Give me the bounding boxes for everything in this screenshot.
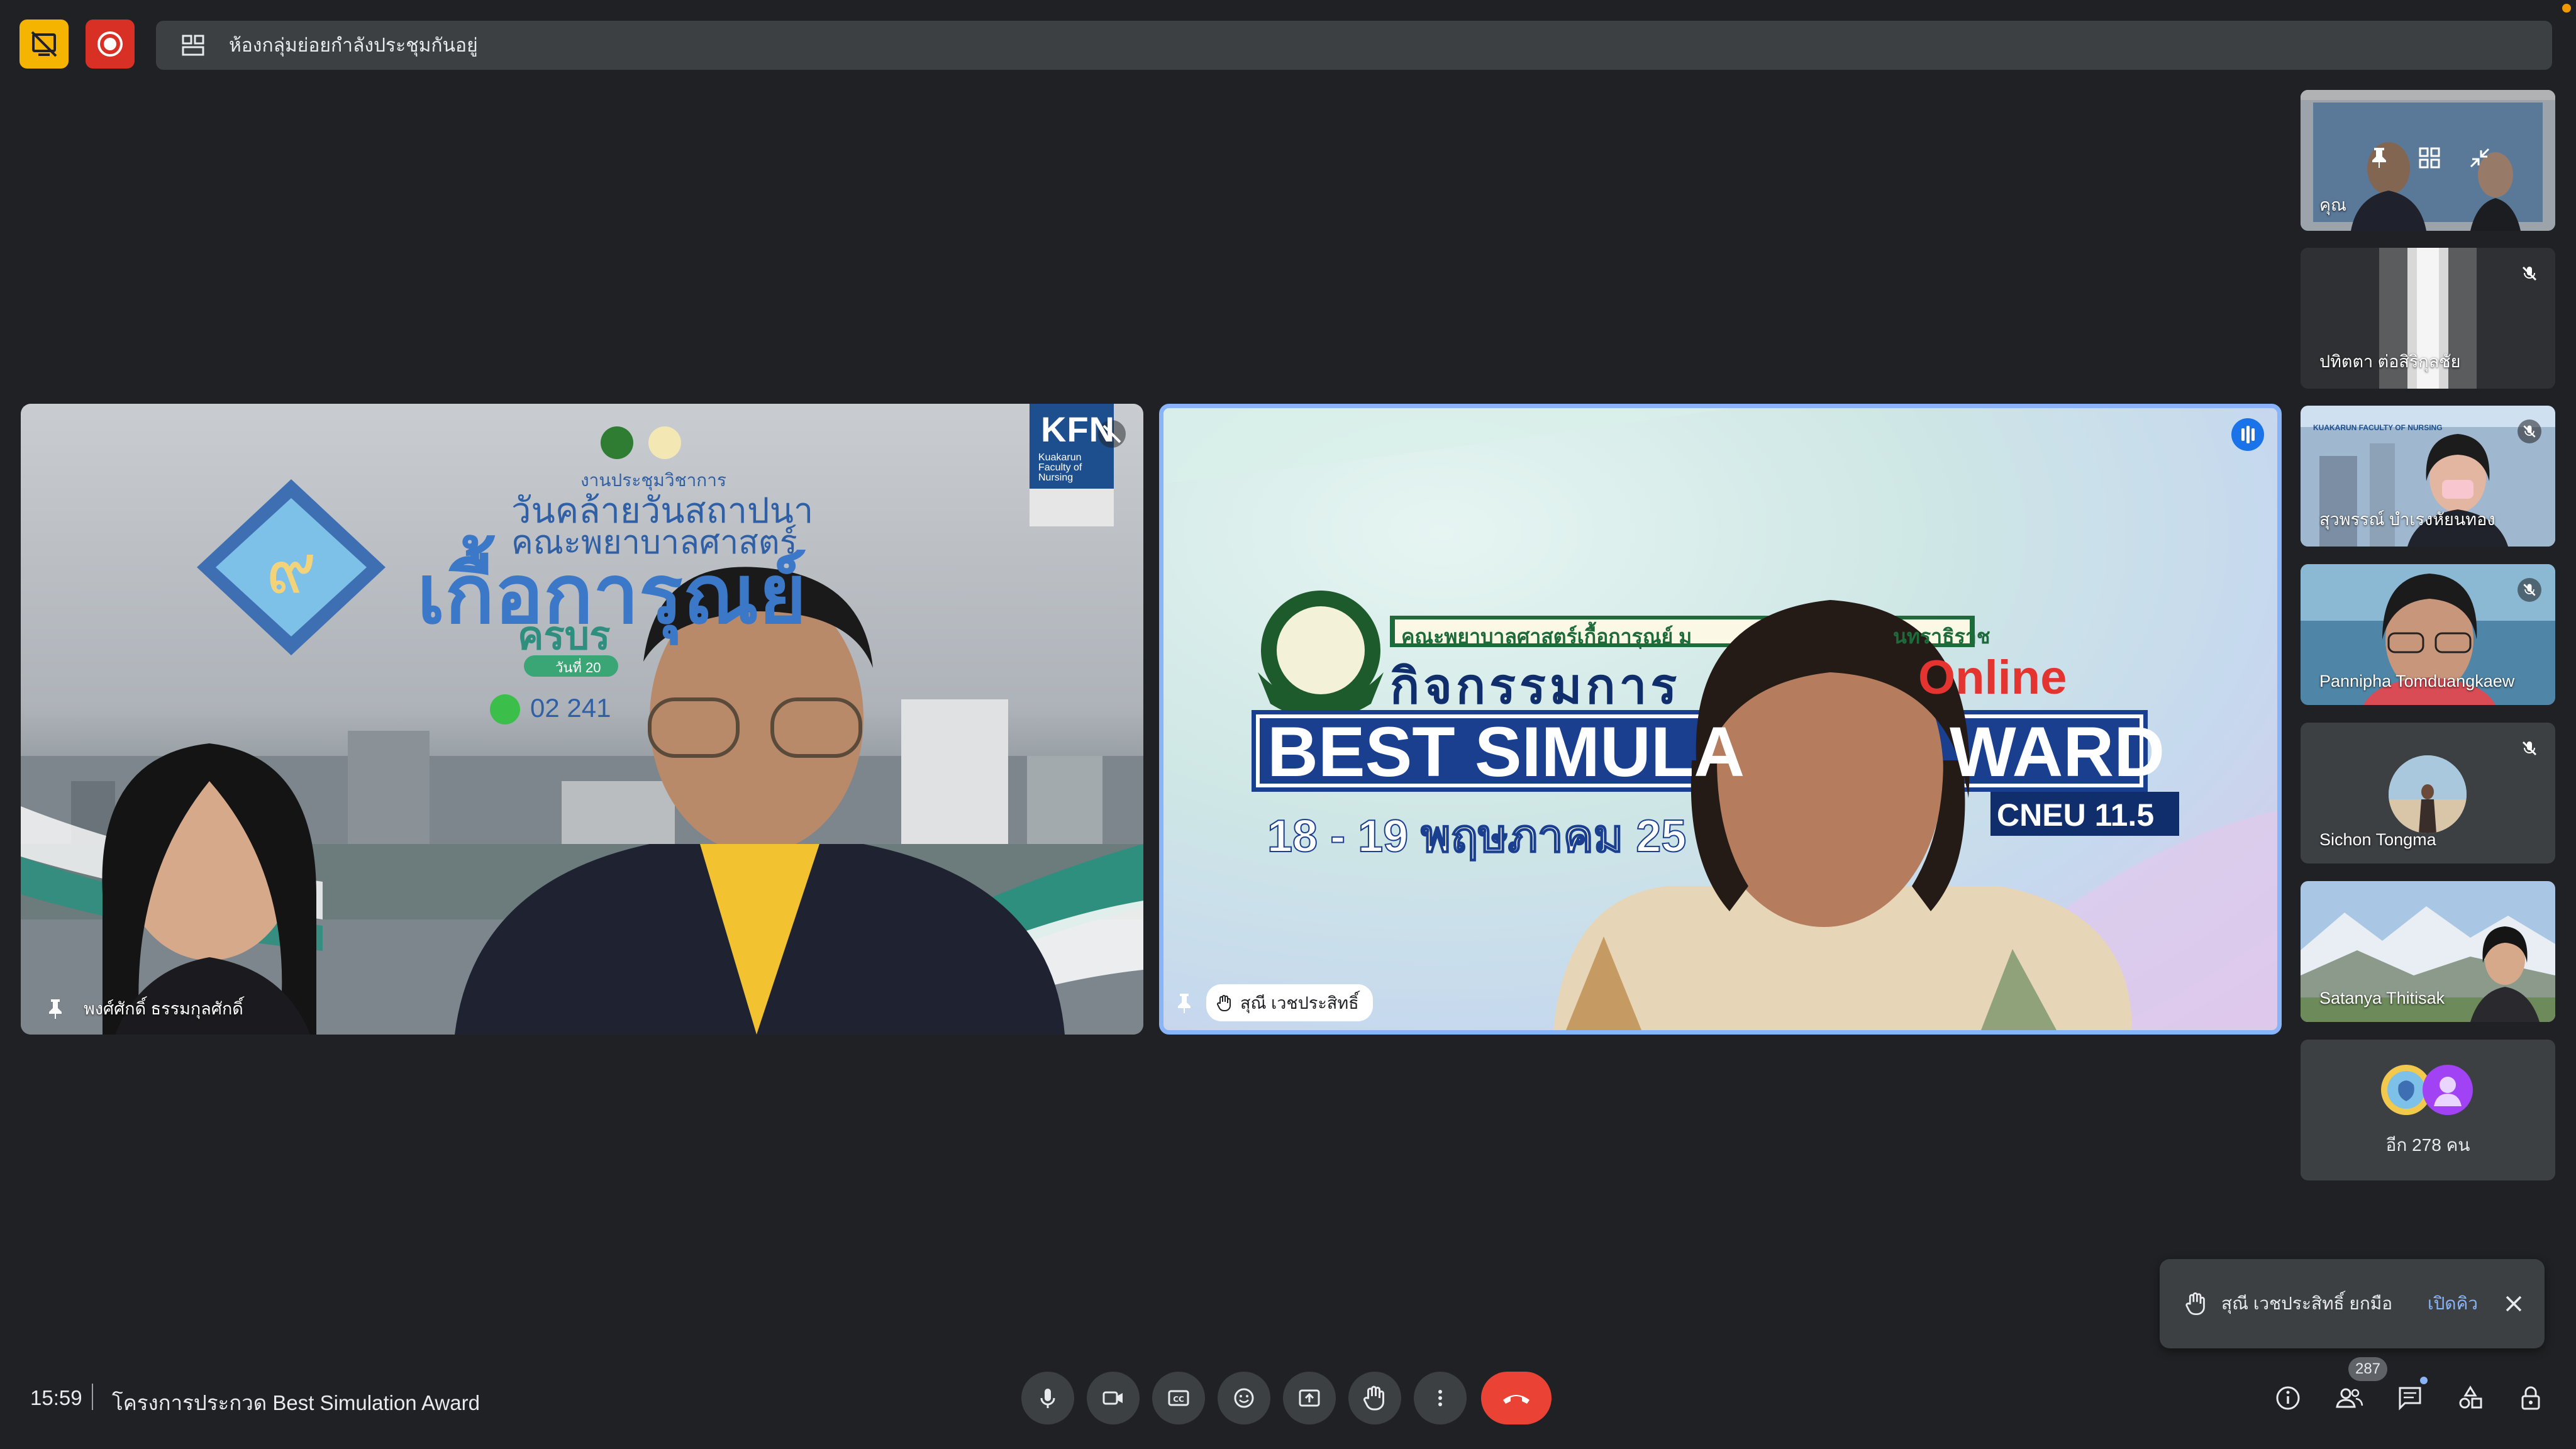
muted-mic-icon xyxy=(2518,419,2541,443)
raised-hand-toast: สุณี เวชประสิทธิ์ ยกมือ เปิดคิว xyxy=(2160,1259,2545,1348)
conference-line-4: เกื้อการุณย์ xyxy=(417,548,807,640)
participant-name: Sichon Tongma xyxy=(2319,830,2436,849)
present-off-icon xyxy=(31,31,57,57)
side-participant-tile-3[interactable]: Pannipha Tomduangkaew xyxy=(2301,564,2555,705)
breakout-notice-bar[interactable]: ห้องกลุ่มย่อยกำลังประชุมกันอยู่ xyxy=(156,21,2552,70)
faculty-banner-small: KUAKARUN FACULTY OF NURSING xyxy=(2313,423,2443,432)
self-view-label: คุณ xyxy=(2319,196,2347,214)
present-screen-icon xyxy=(1299,1389,1320,1407)
side-participant-tile-4[interactable]: Sichon Tongma xyxy=(2301,723,2555,863)
chat-unread-dot xyxy=(2420,1377,2428,1384)
meeting-clock: 15:59 xyxy=(30,1386,82,1409)
muted-mic-icon xyxy=(2518,736,2541,760)
raise-hand-button[interactable] xyxy=(1348,1372,1401,1424)
pin-icon[interactable] xyxy=(46,998,65,1019)
award-title-tail: WARD xyxy=(1950,713,2165,791)
participant-name-2: สุณี เวชประสิทธิ์ xyxy=(1240,994,1359,1013)
participant-name-chip: สุณี เวชประสิทธิ์ xyxy=(1206,984,1373,1021)
pin-self-icon[interactable] xyxy=(2367,145,2392,170)
svg-text:๙: ๙ xyxy=(266,528,317,609)
people-icon xyxy=(2336,1388,2363,1408)
host-controls-button[interactable] xyxy=(2511,1378,2551,1418)
raised-hand-icon xyxy=(2185,1292,2205,1316)
microphone-icon xyxy=(1040,1389,1055,1408)
hand-icon xyxy=(1363,1385,1384,1411)
kfn-logo-subtitle: Kuakarun Faculty of Nursing xyxy=(1038,452,1082,483)
event-date: 18 - 19 พฤษภาคม 25 xyxy=(1267,811,1687,862)
recording-button[interactable] xyxy=(86,19,135,69)
conference-date: วันที่ 20 xyxy=(555,660,601,675)
participant-name: Pannipha Tomduangkaew xyxy=(2319,672,2515,691)
toast-message: สุณี เวชประสิทธิ์ ยกมือ xyxy=(2221,1294,2393,1313)
faculty-banner-tail: นทราธิราช xyxy=(1893,625,1990,648)
chat-button[interactable] xyxy=(2390,1377,2430,1418)
muted-mic-icon xyxy=(2518,578,2541,602)
participant-tile-2-active-speaker[interactable]: คณะพยาบาลศาสตร์เกื้อการุณย์ ม นทราธิราช … xyxy=(1159,404,2282,1035)
participant-tile-1[interactable]: ๙ KFN Kuakarun Faculty of Nursing งานประ… xyxy=(21,404,1143,1035)
more-participants-count: อีก 278 คน xyxy=(2385,1135,2470,1155)
closed-captions-icon: CC xyxy=(1168,1390,1189,1406)
people-count-badge: 287 xyxy=(2348,1357,2387,1381)
pin-icon[interactable] xyxy=(1175,992,1194,1014)
meeting-details-button[interactable] xyxy=(2268,1378,2308,1418)
side-participant-tile-2[interactable]: KUAKARUN FACULTY OF NURSING สุวพรรณ์ บำเ… xyxy=(2301,406,2555,547)
leave-call-button[interactable] xyxy=(1481,1372,1552,1424)
hang-up-icon xyxy=(1503,1395,1530,1404)
open-queue-button[interactable]: เปิดคิว xyxy=(2428,1290,2478,1318)
present-indicator-button[interactable] xyxy=(19,19,69,69)
meeting-title: โครงการประกวด Best Simulation Award xyxy=(112,1391,480,1414)
emoji-icon xyxy=(1234,1388,1254,1408)
participant-name-1: พงศ์ศักดิ์ ธรรมกุลศักดิ์ xyxy=(84,999,243,1018)
close-icon[interactable] xyxy=(2503,1293,2524,1314)
shapes-icon xyxy=(2459,1385,2482,1409)
record-icon xyxy=(97,31,123,57)
notification-dot xyxy=(2562,4,2571,13)
video-camera-icon xyxy=(1102,1391,1123,1405)
more-vert-icon xyxy=(1438,1390,1442,1406)
people-button[interactable] xyxy=(2329,1378,2370,1418)
cneu-badge: CNEU 11.5 xyxy=(1997,797,2155,833)
more-options-button[interactable] xyxy=(1414,1372,1467,1424)
award-title: BEST SIMULA xyxy=(1267,713,1745,791)
muted-mic-icon xyxy=(2518,262,2541,286)
kfn-logo-text: KFN xyxy=(1041,409,1116,449)
lock-person-icon xyxy=(2521,1386,2540,1410)
microphone-button[interactable] xyxy=(1021,1372,1074,1424)
avatar xyxy=(2423,1065,2473,1115)
participant-name-tag-1: พงศ์ศักดิ์ ธรรมกุลศักดิ์ xyxy=(46,995,243,1022)
activity-online: Online xyxy=(1918,651,2067,704)
captions-button[interactable]: CC xyxy=(1152,1372,1205,1424)
more-participants-tile[interactable]: อีก 278 คน xyxy=(2301,1040,2555,1180)
frame-layout-icon[interactable] xyxy=(2417,145,2442,170)
minimize-icon[interactable] xyxy=(2467,145,2492,170)
self-view-tile[interactable]: คุณ xyxy=(2301,90,2555,231)
side-participant-tile-1[interactable]: ปทิตตา ต่อสิริกุลชัย xyxy=(2301,248,2555,389)
avatar xyxy=(2389,755,2467,833)
conference-phone: 02 241 xyxy=(530,693,611,723)
chat-icon xyxy=(2399,1387,2421,1411)
participant-name-tag-2: สุณี เวชประสิทธิ์ xyxy=(1175,984,1373,1021)
reactions-button[interactable] xyxy=(1218,1372,1270,1424)
participant-name: ปทิตตา ต่อสิริกุลชัย xyxy=(2319,352,2461,371)
side-participant-tile-5[interactable]: Satanya Thitisak xyxy=(2301,881,2555,1022)
info-icon xyxy=(2276,1386,2300,1410)
raised-hand-icon xyxy=(1217,994,1231,1011)
svg-text:CC: CC xyxy=(1173,1395,1184,1404)
camera-button[interactable] xyxy=(1087,1372,1140,1424)
activities-button[interactable] xyxy=(2450,1378,2490,1418)
participant-name: Satanya Thitisak xyxy=(2319,989,2445,1008)
present-screen-button[interactable] xyxy=(1283,1372,1336,1424)
breakout-notice-text: ห้องกลุ่มย่อยกำลังประชุมกันอยู่ xyxy=(229,35,478,56)
breakout-rooms-icon xyxy=(182,35,204,56)
divider xyxy=(92,1384,93,1410)
participant-name: สุวพรรณ์ บำเรงหัยนทอง xyxy=(2319,510,2496,529)
